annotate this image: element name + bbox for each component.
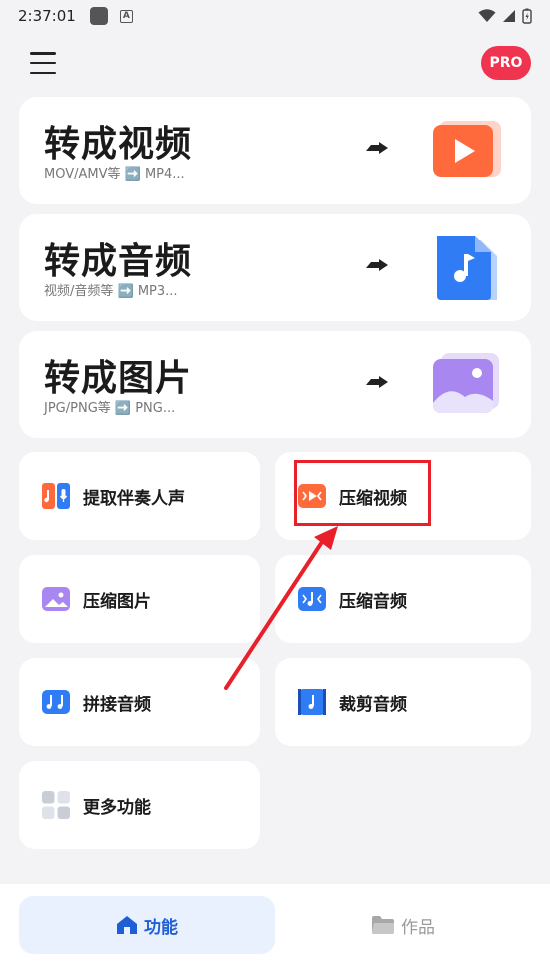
- keyboard-icon: A: [119, 9, 133, 23]
- trim-audio-icon: [298, 689, 326, 715]
- image-gallery-icon: [433, 353, 499, 413]
- bottom-nav: 功能 作品: [0, 884, 550, 977]
- home-icon: [117, 916, 137, 934]
- tool-label: 拼接音频: [83, 694, 151, 715]
- convert-image-card[interactable]: 转成图片 JPG/PNG等 ➡️ PNG...: [19, 331, 531, 438]
- grid-apps-icon: [42, 791, 70, 819]
- compress-image-icon: [42, 587, 70, 611]
- compress-audio-icon: [298, 587, 326, 611]
- arrow-icon: [366, 142, 388, 154]
- arrow-icon: [366, 259, 388, 271]
- video-play-icon: [433, 121, 501, 177]
- tool-label: 压缩音频: [339, 591, 407, 612]
- tool-label: 裁剪音频: [339, 694, 407, 715]
- convert-audio-card[interactable]: 转成音频 视频/音频等 ➡️ MP3...: [19, 214, 531, 321]
- extract-vocals-card[interactable]: 提取伴奏人声: [19, 452, 260, 540]
- card-title: 转成音频: [44, 241, 193, 282]
- card-title: 转成视频: [44, 124, 193, 165]
- card-subtitle: JPG/PNG等 ➡️ PNG...: [44, 401, 176, 416]
- merge-audio-card[interactable]: 拼接音频: [19, 658, 260, 746]
- tool-label: 压缩图片: [83, 591, 151, 612]
- compress-audio-card[interactable]: 压缩音频: [275, 555, 531, 643]
- menu-button[interactable]: [30, 52, 56, 74]
- tab-works[interactable]: 作品: [275, 896, 531, 954]
- tool-label: 提取伴奏人声: [83, 488, 185, 509]
- arrow-icon: [366, 376, 388, 388]
- status-time: 2:37:01: [18, 7, 76, 25]
- convert-video-card[interactable]: 转成视频 MOV/AMV等 ➡️ MP4...: [19, 97, 531, 204]
- trim-audio-card[interactable]: 裁剪音频: [275, 658, 531, 746]
- more-features-card[interactable]: 更多功能: [19, 761, 260, 849]
- pro-badge[interactable]: PRO: [481, 46, 531, 80]
- card-title: 转成图片: [44, 358, 193, 399]
- tab-features[interactable]: 功能: [19, 896, 275, 954]
- battery-icon: [522, 8, 532, 24]
- vocal-extract-icon: [42, 483, 70, 509]
- signal-icon: [503, 10, 515, 22]
- notification-icon: [89, 7, 108, 25]
- tool-label: 更多功能: [83, 797, 151, 818]
- menu-line: [30, 61, 56, 65]
- tab-label: 功能: [144, 917, 178, 938]
- menu-line: [30, 71, 56, 74]
- compress-image-card[interactable]: 压缩图片: [19, 555, 260, 643]
- merge-audio-icon: [42, 690, 70, 714]
- highlight-box: [294, 460, 431, 526]
- wifi-icon: [478, 9, 496, 22]
- audio-file-icon: [437, 236, 497, 300]
- card-subtitle: 视频/音频等 ➡️ MP3...: [44, 284, 178, 299]
- menu-line: [30, 52, 56, 55]
- status-bar: 2:37:01 A: [0, 0, 550, 32]
- card-subtitle: MOV/AMV等 ➡️ MP4...: [44, 167, 185, 182]
- folder-icon: [372, 916, 394, 934]
- tab-label: 作品: [401, 917, 435, 938]
